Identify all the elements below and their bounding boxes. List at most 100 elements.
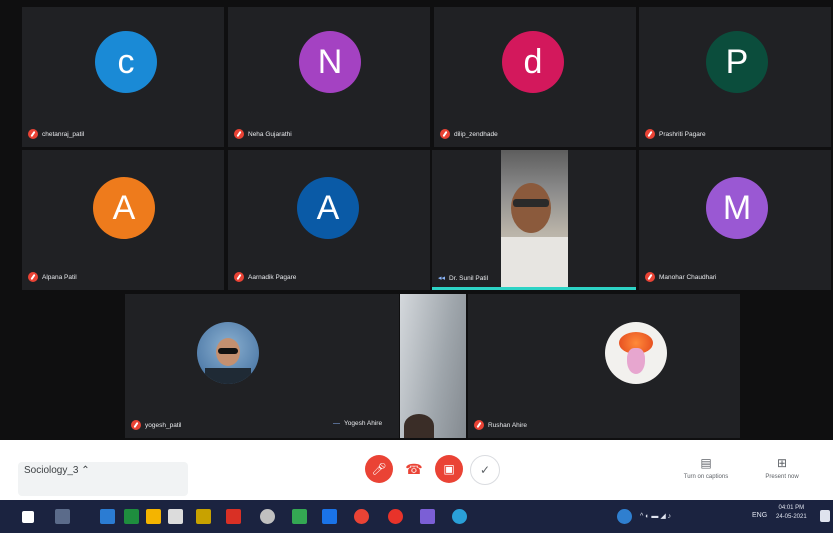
mic-off-icon	[28, 129, 38, 139]
captions-icon: ▤	[700, 456, 712, 470]
participant-tile[interactable]: M Manohar Chaudhari	[639, 150, 831, 290]
language-indicator[interactable]: ENG	[752, 512, 767, 519]
meeting-title[interactable]: Sociology_3 ⌃	[24, 465, 90, 476]
participant-tile[interactable]: A Alpana Patil	[22, 150, 224, 290]
participant-name: Rushan Ahire	[488, 421, 528, 429]
participant-tile-video[interactable]	[400, 294, 466, 438]
head	[404, 414, 434, 438]
participant-name-bar: Manohar Chaudhari	[645, 272, 716, 282]
raise-hand-button[interactable]: ✓	[470, 455, 500, 485]
tray-app-icon[interactable]	[617, 509, 632, 524]
participant-tile[interactable]: yogesh_patil	[125, 294, 399, 438]
mic-off-icon	[645, 272, 655, 282]
avatar: A	[297, 177, 359, 239]
mic-off-icon	[28, 272, 38, 282]
participant-tile[interactable]: d dilip_zendhade	[434, 7, 636, 147]
video-app-icon[interactable]	[226, 509, 241, 524]
avatar: N	[299, 31, 361, 93]
present-now-button[interactable]: ⊞ Present now	[752, 456, 812, 480]
meet-window: c chetanraj_patil N Neha Gujarathi d dil…	[0, 0, 833, 533]
word-icon[interactable]	[100, 509, 115, 524]
mic-off-icon: 🎤︎	[371, 462, 387, 476]
app-icon[interactable]	[292, 509, 307, 524]
glasses	[513, 199, 549, 207]
captions-label: Turn on captions	[683, 474, 729, 480]
captions-button[interactable]: ▤ Turn on captions	[676, 456, 736, 480]
participant-tile[interactable]: Rushan Ahire	[468, 294, 740, 438]
jacket	[205, 368, 251, 384]
clock[interactable]: 04:01 PM 24-05-2021	[776, 504, 807, 522]
profile-photo	[605, 322, 667, 384]
chrome-icon[interactable]	[354, 509, 369, 524]
avatar: M	[706, 177, 768, 239]
participant-tile[interactable]: c chetanraj_patil	[22, 7, 224, 147]
leave-call-button[interactable]: ☎︎	[400, 455, 428, 483]
participant-name-bar: chetanraj_patil	[28, 129, 84, 139]
chevron-up-icon: ⌃	[81, 465, 90, 476]
camera-off-icon: ▣	[443, 462, 455, 476]
meeting-title-text: Sociology_3	[24, 465, 79, 476]
participant-name: Alpana Patil	[42, 273, 77, 281]
hangup-icon: ☎︎	[405, 460, 423, 477]
participant-name: Yogesh Ahire	[344, 420, 383, 427]
mic-off-icon	[645, 129, 655, 139]
speaking-icon: ◂◂	[438, 275, 446, 282]
face	[511, 183, 551, 233]
participant-name-bar: Neha Gujarathi	[234, 129, 292, 139]
mic-off-icon	[474, 420, 484, 430]
participant-tile[interactable]: N Neha Gujarathi	[228, 7, 430, 147]
sunglasses	[218, 348, 238, 354]
present-icon: ⊞	[776, 456, 788, 470]
present-label: Present now	[765, 474, 799, 480]
participant-name-bar: ◂◂ Dr. Sunil Patil	[438, 274, 489, 283]
participant-name-bar: Aarnadik Pagare	[234, 272, 296, 282]
app-icon[interactable]	[260, 509, 275, 524]
vase	[627, 348, 645, 374]
participant-name: chetanraj_patil	[42, 130, 85, 138]
mic-toggle-button[interactable]: 🎤︎	[365, 455, 393, 483]
participant-name: Dr. Sunil Patil	[449, 274, 489, 282]
participant-name-bar: dilip_zendhade	[440, 129, 498, 139]
participant-tile[interactable]: A Aarnadik Pagare	[228, 150, 430, 290]
mic-off-icon	[234, 272, 244, 282]
task-view-icon[interactable]	[55, 509, 70, 524]
participant-name-bar: — Yogesh Ahire	[333, 420, 382, 427]
app-icon[interactable]	[168, 509, 183, 524]
active-speaker-border	[432, 287, 636, 290]
participant-tile-video[interactable]: ◂◂ Dr. Sunil Patil	[432, 150, 636, 290]
speaking-icon: —	[333, 420, 340, 427]
participant-name-bar: yogesh_patil	[131, 420, 182, 430]
edge-icon[interactable]	[452, 509, 467, 524]
avatar: A	[93, 177, 155, 239]
camera-toggle-button[interactable]: ▣	[435, 455, 463, 483]
windows-start-icon[interactable]	[22, 511, 34, 523]
participant-name: yogesh_patil	[145, 421, 182, 429]
participant-name: Prashriti Pagare	[659, 130, 706, 138]
participant-tile[interactable]: P Prashriti Pagare	[639, 7, 831, 147]
mic-off-icon	[440, 129, 450, 139]
app-icon[interactable]	[322, 509, 337, 524]
folder-icon[interactable]	[146, 509, 161, 524]
participant-name: Aarnadik Pagare	[248, 273, 297, 281]
app-icon[interactable]	[420, 509, 435, 524]
mic-off-icon	[234, 129, 244, 139]
participant-video	[501, 150, 568, 288]
clock-time: 04:01 PM	[778, 505, 805, 511]
participant-name: Neha Gujarathi	[248, 130, 292, 138]
avatar: P	[706, 31, 768, 93]
avatar: c	[95, 31, 157, 93]
excel-icon[interactable]	[124, 509, 139, 524]
participant-name: Manohar Chaudhari	[659, 273, 717, 281]
shirt	[501, 237, 568, 287]
app-icon[interactable]	[196, 509, 211, 524]
mic-off-icon	[131, 420, 141, 430]
clock-date: 24-05-2021	[776, 514, 807, 520]
opera-icon[interactable]	[388, 509, 403, 524]
tray-icons[interactable]: ^ ◐ ▬ ◢ ♪	[640, 512, 671, 520]
hand-icon: ✓	[479, 463, 491, 477]
participant-name-bar: Rushan Ahire	[474, 420, 527, 430]
participant-name: dilip_zendhade	[454, 130, 498, 138]
participant-name-bar: Alpana Patil	[28, 272, 77, 282]
avatar: d	[502, 31, 564, 93]
notification-icon[interactable]	[820, 510, 830, 522]
